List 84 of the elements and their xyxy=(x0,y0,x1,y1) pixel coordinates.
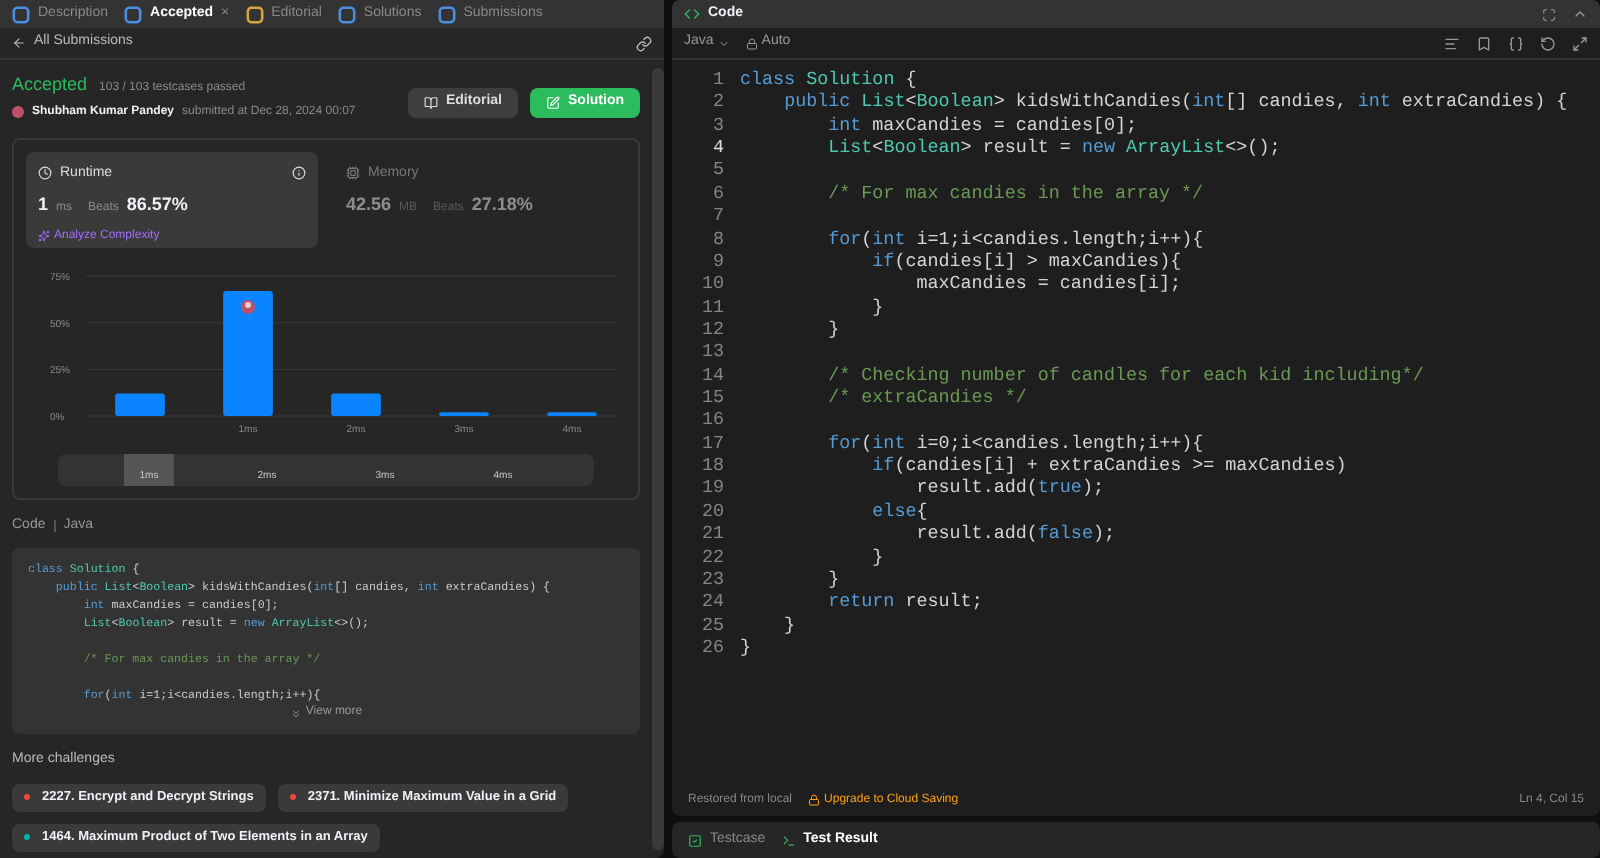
line-number: 16 xyxy=(701,408,724,432)
line-number: 26 xyxy=(701,635,724,659)
line-number: 21 xyxy=(701,522,724,546)
code-line: } xyxy=(870,545,886,568)
tab-icon xyxy=(337,5,356,23)
code-line: class Solution { xyxy=(740,68,919,91)
tab-icon xyxy=(124,5,143,23)
code-line: return result; xyxy=(826,590,985,614)
bookmark-icon[interactable] xyxy=(1476,35,1492,51)
code-line: int maxCandies = candies[0]; xyxy=(826,113,1140,137)
code-line: } xyxy=(826,317,842,341)
line-number: 20 xyxy=(701,499,724,523)
code-line: public List<Boolean> kidsWithCandies(int[] candies, int extraCandies) { xyxy=(782,90,1570,114)
code-line: else{ xyxy=(870,499,930,523)
line-number: 6 xyxy=(712,181,724,205)
line-number: 1 xyxy=(712,68,724,91)
line-number: 15 xyxy=(701,386,724,409)
line-number: 7 xyxy=(712,204,724,228)
code-line: /* For max candies in the array */ xyxy=(826,181,1206,205)
checkbox-icon xyxy=(688,833,702,847)
code-line: } xyxy=(870,295,886,318)
back-arrow-icon[interactable] xyxy=(12,36,26,50)
edit-icon xyxy=(546,96,560,110)
code-line: for(int i=0;i<candies.length;i++){ xyxy=(826,431,1206,455)
line-number: 3 xyxy=(712,113,724,137)
chevron-down-icon xyxy=(717,37,730,49)
stat-value: 1 xyxy=(38,192,49,218)
code-icon xyxy=(684,6,700,22)
tab-icon xyxy=(437,5,456,23)
reset-icon[interactable] xyxy=(1540,35,1556,51)
book-icon xyxy=(423,96,438,110)
code-line: result.add(false); xyxy=(914,522,1117,546)
line-number: 10 xyxy=(701,272,724,296)
chevrons-down-icon xyxy=(289,707,302,719)
sparkle-icon xyxy=(38,230,50,242)
code-line: maxCandies = candies[i]; xyxy=(914,272,1184,296)
code-line: if(candies[i] > maxCandies){ xyxy=(870,249,1184,273)
clock-icon xyxy=(38,166,52,181)
line-number: 9 xyxy=(712,249,724,273)
code-line: } xyxy=(782,613,798,636)
code-line: /* Checking number of candles for each kid including*/ xyxy=(826,363,1426,387)
tab-icon xyxy=(245,5,264,23)
beats-value: 86.57% xyxy=(126,192,188,218)
code-line: } xyxy=(740,635,754,659)
braces-icon[interactable] xyxy=(1508,35,1524,51)
line-number: 23 xyxy=(701,567,724,591)
line-number: 22 xyxy=(701,545,724,568)
line-number: 11 xyxy=(701,295,724,318)
line-number: 5 xyxy=(712,158,724,182)
code-line: for(int i=1;i<candies.length;i++){ xyxy=(826,227,1206,250)
expand-icon[interactable] xyxy=(1572,35,1588,51)
status-text: Accepted xyxy=(12,72,88,98)
code-line: } xyxy=(826,567,842,591)
line-number: 14 xyxy=(701,363,724,387)
terminal-icon xyxy=(781,833,796,847)
line-number: 13 xyxy=(701,340,724,364)
bar[interactable] xyxy=(331,392,381,415)
tab-icon xyxy=(12,5,30,23)
code-line: if(candies[i] + extraCandies >= maxCandies) xyxy=(870,454,1349,477)
line-number: 18 xyxy=(701,454,724,477)
user-avatar-icon xyxy=(12,106,24,118)
stat-value: 42.56 xyxy=(346,192,392,218)
format-icon[interactable] xyxy=(1444,35,1460,51)
code-line: /* extraCandies */ xyxy=(826,386,1029,409)
lock-icon xyxy=(808,794,821,806)
line-number: 2 xyxy=(712,90,724,114)
line-number: 4 xyxy=(712,136,724,159)
line-number: 25 xyxy=(701,613,724,636)
chip-icon xyxy=(346,166,360,181)
bar[interactable] xyxy=(115,392,165,415)
maximize-icon[interactable] xyxy=(1542,7,1556,21)
collapse-icon[interactable] xyxy=(1572,6,1588,22)
lock-icon xyxy=(745,37,758,49)
line-number: 8 xyxy=(712,227,724,250)
line-number: 17 xyxy=(701,431,724,455)
line-number: 19 xyxy=(701,476,724,500)
code-line: List<Boolean> result = new ArrayList<>(); xyxy=(826,136,1283,159)
beats-value: 27.18% xyxy=(471,192,533,218)
info-icon[interactable] xyxy=(292,166,306,181)
link-icon[interactable] xyxy=(636,35,652,51)
line-number: 12 xyxy=(701,317,724,341)
avatar-icon xyxy=(241,298,255,313)
code-line: result.add(true); xyxy=(914,476,1106,500)
line-number: 24 xyxy=(701,590,724,614)
